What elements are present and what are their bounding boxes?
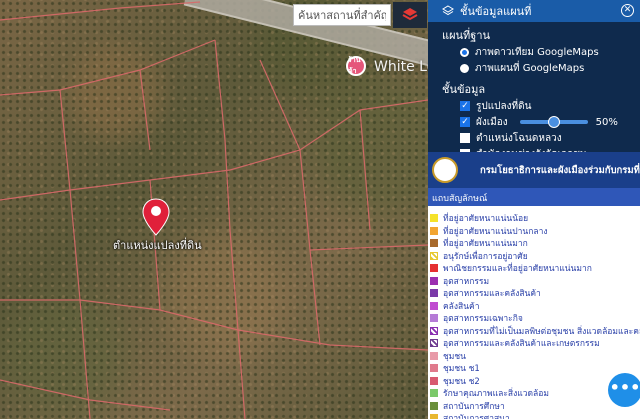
opacity-value: 50%	[595, 116, 618, 128]
legend-swatch	[430, 301, 438, 310]
legend-item: พาณิชยกรรมและที่อยู่อาศัยหนาแน่นมาก	[428, 262, 640, 275]
legend-item: อนุรักษ์เพื่อการอยู่อาศัย	[428, 250, 640, 263]
checkbox-deed[interactable]	[460, 133, 470, 143]
opacity-slider[interactable]	[519, 116, 588, 128]
layer-option-parcels[interactable]: ✓ รูปแปลงที่ดิน	[428, 98, 640, 114]
panel-title: ชั้นข้อมูลแผนที่	[460, 5, 532, 18]
legend-swatch	[430, 339, 438, 348]
legend-item: สถาบันการศึกษา	[428, 400, 640, 413]
search-input[interactable]	[293, 4, 391, 26]
legend-item: ชุมชน ช1	[428, 362, 640, 375]
legend-swatch	[430, 276, 438, 285]
close-icon[interactable]: ✕	[621, 4, 634, 17]
checkbox-cityplan[interactable]: ✓	[460, 117, 470, 127]
slider-knob[interactable]	[547, 116, 560, 128]
legend-item: ชุมชน	[428, 350, 640, 363]
poi-label[interactable]: White Lo	[374, 59, 435, 75]
layer-label: ตำแหน่งโฉนดหลวง	[476, 132, 562, 144]
map-layer-panel: ชั้นข้อมูลแผนที่ ✕ แผนที่ฐาน ภาพดาวเทียม…	[428, 0, 640, 160]
legend-label: สถาบันการศาสนา	[443, 411, 510, 419]
legend-item: สถาบันการศาสนา	[428, 412, 640, 419]
radio-satellite[interactable]	[460, 47, 469, 57]
legend-swatch	[430, 401, 438, 410]
legend-item: อุตสาหกรรม	[428, 275, 640, 288]
panel-header: ชั้นข้อมูลแผนที่ ✕	[428, 0, 640, 22]
layer-label: รูปแปลงที่ดิน	[476, 100, 532, 112]
banner-text: กรมโยธาธิการและผังเมืองร่วมกับกรมที่ดิน	[480, 164, 640, 176]
legend-swatch	[430, 264, 438, 273]
legend-item: อุตสาหกรรมและคลังสินค้า	[428, 287, 640, 300]
checkbox-parcels[interactable]: ✓	[460, 101, 470, 111]
legend-item: คลังสินค้า	[428, 300, 640, 313]
legend-label: อุตสาหกรรมและคลังสินค้าและเกษตรกรรม	[443, 339, 600, 350]
basemap-option-satellite[interactable]: ภาพดาวเทียม GoogleMaps	[428, 44, 640, 60]
layers-section-title: ชั้นข้อมูล	[442, 83, 486, 96]
more-options-button[interactable]: •••	[608, 373, 640, 407]
legend-swatch	[430, 376, 438, 385]
layer-label: ผังเมือง	[476, 116, 508, 128]
basemap-option-roadmap[interactable]: ภาพแผนที่ GoogleMaps	[428, 60, 640, 76]
legend-swatch	[430, 214, 438, 223]
legend-swatch	[430, 389, 438, 398]
layer-option-deed[interactable]: ตำแหน่งโฉนดหลวง	[428, 130, 640, 146]
layers-icon	[402, 8, 418, 21]
legend-swatch	[430, 251, 438, 260]
legend-item: อุตสาหกรรมเฉพาะกิจ	[428, 312, 640, 325]
radio-roadmap[interactable]	[460, 63, 469, 73]
layers-toggle-button[interactable]	[393, 2, 427, 28]
legend-swatch	[430, 414, 438, 419]
legend-swatch	[430, 326, 438, 335]
pin-label: ตำแหน่งแปลงที่ดิน	[113, 239, 202, 252]
layer-option-cityplan[interactable]: ✓ ผังเมือง 50%	[428, 114, 640, 130]
basemap-section-title: แผนที่ฐาน	[442, 29, 491, 42]
basemap-label: ภาพดาวเทียม GoogleMaps	[475, 46, 599, 58]
department-seal-icon	[432, 157, 458, 183]
shop-poi-icon[interactable]: ร้านค้า	[346, 56, 366, 76]
legend-title: แถบสัญลักษณ์	[428, 188, 640, 206]
legend-item: อุตสาหกรรมและคลังสินค้าและเกษตรกรรม	[428, 337, 640, 350]
legend-item: ที่อยู่อาศัยหนาแน่นมาก	[428, 237, 640, 250]
legend-swatch	[430, 226, 438, 235]
legend-item: ที่อยู่อาศัยหนาแน่นน้อย	[428, 212, 640, 225]
location-pin-icon[interactable]	[142, 198, 170, 236]
legend-item: ที่อยู่อาศัยหนาแน่นปานกลาง	[428, 225, 640, 238]
legend-swatch	[430, 364, 438, 373]
legend-item: อุตสาหกรรมที่ไม่เป็นมลพิษต่อชุมชน สิ่งแว…	[428, 325, 640, 338]
legend-swatch	[430, 351, 438, 360]
legend-swatch	[430, 239, 438, 248]
legend-swatch	[430, 289, 438, 298]
layers-icon	[442, 5, 454, 16]
department-banner: กรมโยธาธิการและผังเมืองร่วมกับกรมที่ดิน	[428, 152, 640, 188]
poi-badge: ร้านค้า	[348, 56, 361, 75]
basemap-label: ภาพแผนที่ GoogleMaps	[475, 62, 585, 74]
legend-swatch	[430, 314, 438, 323]
